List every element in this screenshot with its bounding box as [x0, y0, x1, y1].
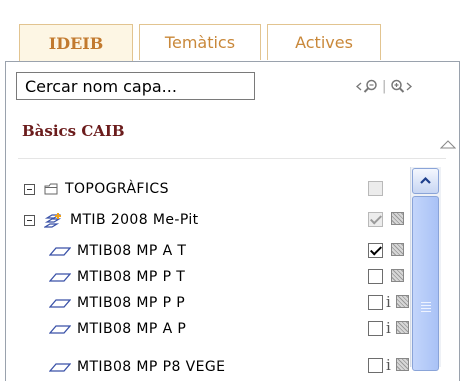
tree-item-label: MTIB08 MP A P — [77, 321, 187, 337]
zoom-in-icon — [391, 79, 405, 93]
zoom-out-icon — [363, 79, 377, 93]
legend-icon[interactable] — [396, 295, 409, 308]
layer-visibility-checkbox[interactable] — [368, 295, 383, 310]
folder-icon — [44, 183, 58, 194]
layer-visibility-checkbox[interactable] — [368, 212, 383, 227]
collapse-toggle[interactable] — [24, 183, 35, 195]
legend-icon[interactable] — [396, 321, 409, 334]
layer-visibility-checkbox[interactable] — [368, 269, 383, 284]
layer-group-add-icon — [44, 212, 62, 228]
tree-item-mtib08-mp-a-t[interactable]: MTIB08 MP A T — [49, 240, 186, 262]
chevron-right-icon — [406, 82, 413, 90]
tab-actives[interactable]: Actives — [267, 24, 381, 60]
next-result-button[interactable] — [390, 79, 413, 94]
search-navigation: | — [356, 73, 446, 99]
tree-item-label: MTIB08 MP P P — [77, 295, 186, 311]
layer-icon — [49, 273, 71, 282]
chevron-up-icon — [420, 176, 431, 184]
tree-item-mtib-2008[interactable]: MTIB 2008 Me-Pit — [24, 209, 199, 231]
tree-item-topografics[interactable]: TOPOGRÀFICS — [24, 178, 169, 200]
tree-item-label: MTIB08 MP P8 VEGE — [77, 359, 226, 375]
layer-icon — [49, 325, 71, 334]
collapse-toggle[interactable] — [24, 214, 35, 226]
collapse-section-icon[interactable] — [440, 139, 456, 149]
legend-icon[interactable] — [396, 358, 409, 371]
layer-visibility-checkbox[interactable] — [368, 321, 383, 336]
tree-item-label: MTIB08 MP P T — [77, 269, 186, 285]
layer-icon — [49, 247, 71, 256]
tree-item-label: MTIB 2008 Me-Pit — [70, 212, 199, 228]
info-icon[interactable]: i — [386, 293, 391, 311]
scroll-thumb[interactable] — [412, 196, 439, 371]
search-nav-separator: | — [382, 78, 387, 94]
search-input[interactable] — [16, 72, 255, 100]
tree-item-mtib08-mp-a-p[interactable]: MTIB08 MP A P — [49, 318, 186, 340]
legend-icon[interactable] — [391, 243, 404, 256]
layer-icon — [49, 363, 71, 372]
section-divider — [18, 158, 446, 159]
info-icon[interactable]: i — [386, 356, 391, 374]
tree-item-label: MTIB08 MP A T — [77, 243, 187, 259]
section-title: Bàsics CAIB — [22, 122, 125, 140]
legend-icon[interactable] — [391, 269, 404, 282]
layer-visibility-checkbox[interactable] — [368, 243, 383, 258]
chevron-left-icon — [356, 82, 362, 90]
layer-visibility-checkbox[interactable] — [368, 358, 383, 373]
legend-icon[interactable] — [391, 212, 404, 225]
previous-result-button[interactable] — [356, 79, 378, 94]
tree-item-mtib08-mp-p8-vege[interactable]: MTIB08 MP P8 VEGE — [49, 356, 225, 378]
tree-item-label: TOPOGRÀFICS — [65, 181, 169, 197]
info-icon[interactable]: i — [386, 319, 391, 337]
tree-item-mtib08-mp-p-p[interactable]: MTIB08 MP P P — [49, 292, 185, 314]
layer-visibility-checkbox[interactable] — [368, 181, 383, 196]
tab-tematics[interactable]: Temàtics — [139, 24, 261, 60]
tab-ideib[interactable]: IDEIB — [19, 24, 133, 62]
tree-item-mtib08-mp-p-t[interactable]: MTIB08 MP P T — [49, 266, 185, 288]
vertical-scrollbar[interactable] — [410, 167, 441, 371]
tab-bar: IDEIB Temàtics Actives — [19, 24, 387, 62]
scroll-up-button[interactable] — [412, 168, 439, 194]
layer-icon — [49, 299, 71, 308]
